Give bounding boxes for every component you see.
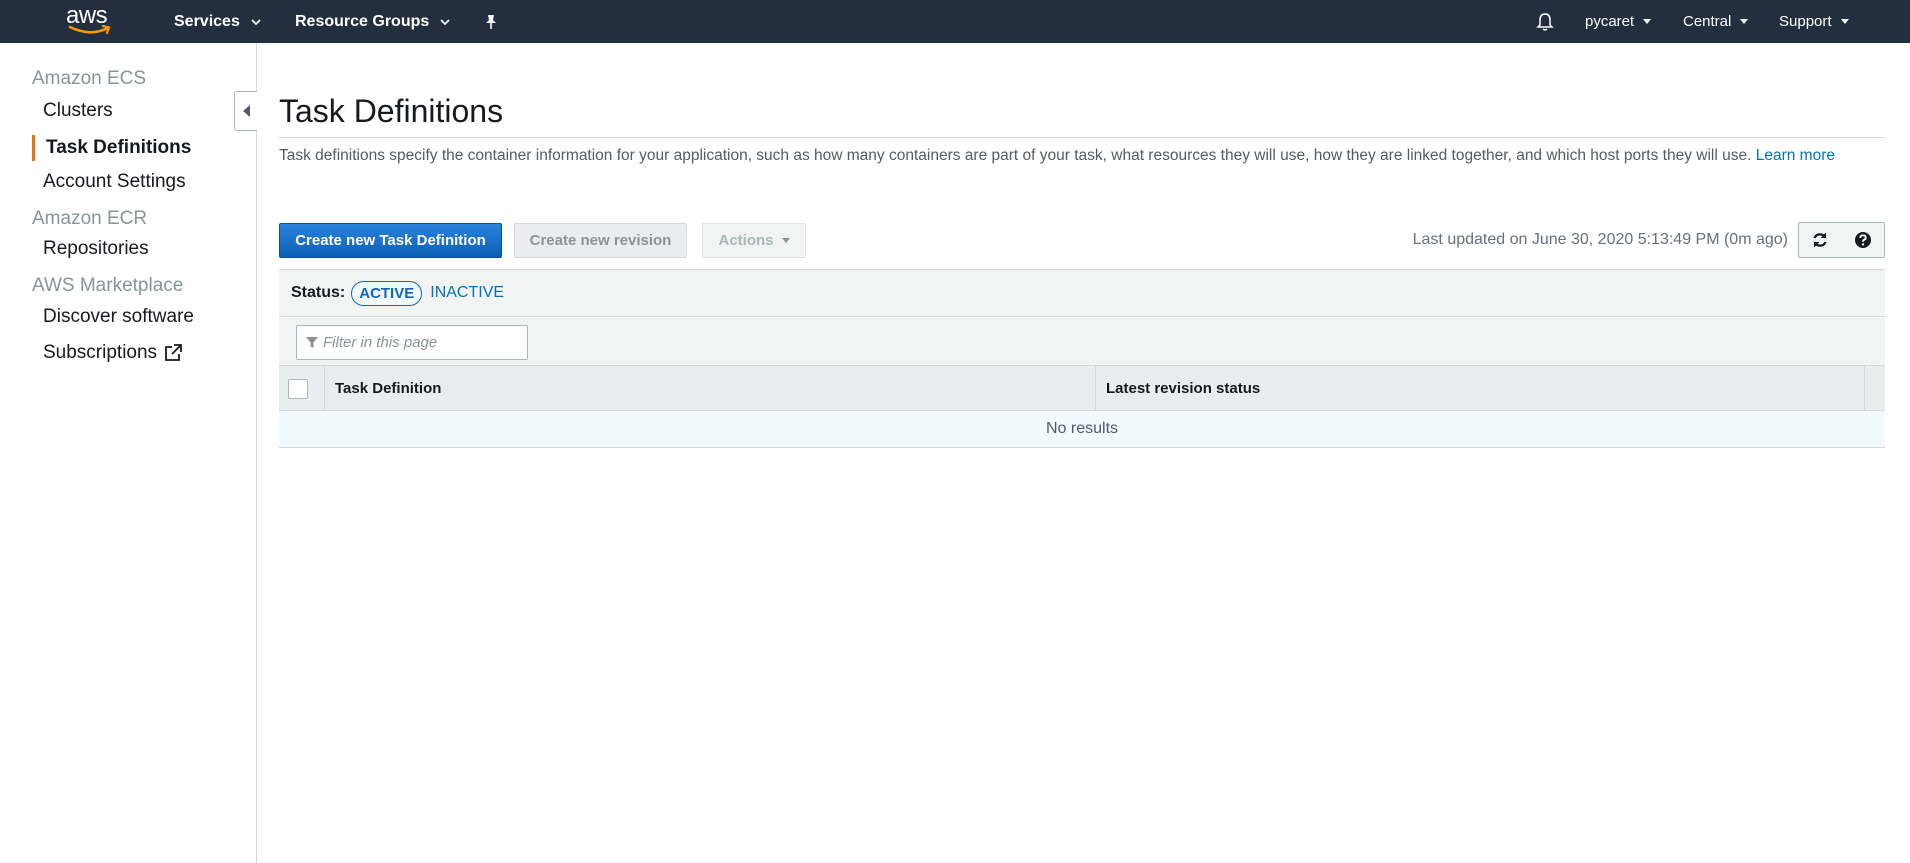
page-title: Task Definitions xyxy=(279,93,504,129)
services-menu[interactable]: Services xyxy=(174,0,261,43)
sidebar-item-subscriptions[interactable]: Subscriptions xyxy=(43,342,183,364)
table-empty-row: No results xyxy=(279,411,1885,448)
status-active-tab[interactable]: ACTIVE xyxy=(351,280,423,306)
region-menu[interactable]: Central xyxy=(1683,0,1749,43)
filter-bar: Filter in this page xyxy=(279,318,1885,366)
pin-button[interactable] xyxy=(484,0,498,43)
help-button[interactable] xyxy=(1841,222,1885,258)
aws-smile-icon xyxy=(68,25,111,35)
actions-label: Actions xyxy=(718,232,774,249)
support-menu[interactable]: Support xyxy=(1779,0,1849,43)
sidebar-section-amazon-ecr: Amazon ECR xyxy=(32,208,148,229)
external-link-icon xyxy=(165,344,182,361)
page-description: Task definitions specify the container i… xyxy=(279,147,1835,165)
refresh-icon xyxy=(1813,233,1827,247)
select-all-checkbox[interactable] xyxy=(288,379,308,399)
sidebar-section-amazon-ecs: Amazon ECS xyxy=(32,68,147,89)
account-menu[interactable]: pycaret xyxy=(1585,0,1652,43)
column-header-task-definition[interactable]: Task Definition xyxy=(324,366,1095,411)
refresh-button[interactable] xyxy=(1798,222,1842,258)
collapse-sidebar-button[interactable] xyxy=(234,91,257,131)
chevron-down-icon xyxy=(251,18,261,25)
caret-down-icon xyxy=(781,238,790,243)
filter-input[interactable]: Filter in this page xyxy=(296,325,528,360)
caret-down-icon xyxy=(1840,19,1849,24)
services-label: Services xyxy=(174,12,240,30)
title-divider xyxy=(279,137,1885,138)
sidebar-item-task-definitions[interactable]: Task Definitions xyxy=(32,135,191,161)
status-inactive-tab[interactable]: INACTIVE xyxy=(430,284,504,302)
description-text: Task definitions specify the container i… xyxy=(279,147,1752,164)
resource-groups-label: Resource Groups xyxy=(295,12,430,30)
pin-icon xyxy=(486,14,496,29)
status-filter-bar: Status: ACTIVE INACTIVE xyxy=(279,269,1885,317)
last-updated-text: Last updated on June 30, 2020 5:13:49 PM… xyxy=(1412,231,1788,248)
chevron-down-icon xyxy=(440,18,450,25)
filter-icon xyxy=(306,336,318,348)
caret-down-icon xyxy=(1643,19,1652,24)
caret-down-icon xyxy=(1740,19,1749,24)
resource-groups-menu[interactable]: Resource Groups xyxy=(295,0,450,43)
sidebar-section-aws-marketplace: AWS Marketplace xyxy=(32,275,184,296)
notifications-button[interactable] xyxy=(1536,0,1554,43)
sidebar-item-account-settings[interactable]: Account Settings xyxy=(43,171,186,193)
learn-more-link[interactable]: Learn more xyxy=(1756,147,1835,164)
region-name: Central xyxy=(1683,13,1732,30)
sidebar-item-discover-software[interactable]: Discover software xyxy=(43,306,194,328)
account-name: pycaret xyxy=(1585,13,1635,30)
create-new-revision-button[interactable]: Create new revision xyxy=(514,223,687,258)
bell-icon xyxy=(1536,12,1554,31)
sidebar: Amazon ECS Clusters Task Definitions Acc… xyxy=(0,43,257,863)
sidebar-item-repositories[interactable]: Repositories xyxy=(43,238,149,260)
sidebar-item-clusters[interactable]: Clusters xyxy=(43,100,113,122)
create-task-definition-button[interactable]: Create new Task Definition xyxy=(279,223,502,258)
caret-left-icon xyxy=(242,105,250,117)
status-label: Status: xyxy=(291,284,346,301)
table-header: Task Definition Latest revision status xyxy=(279,366,1885,411)
aws-logo[interactable]: aws xyxy=(66,3,114,37)
question-circle-icon xyxy=(1854,232,1871,248)
column-header-spacer xyxy=(1864,366,1885,411)
top-navigation-bar: aws Services Resource Groups pycaret Cen… xyxy=(0,0,1910,43)
sidebar-item-label: Subscriptions xyxy=(43,342,158,363)
support-label: Support xyxy=(1779,13,1832,30)
actions-dropdown[interactable]: Actions xyxy=(702,223,806,258)
column-header-latest-revision-status[interactable]: Latest revision status xyxy=(1095,366,1864,411)
filter-placeholder: Filter in this page xyxy=(323,334,438,351)
